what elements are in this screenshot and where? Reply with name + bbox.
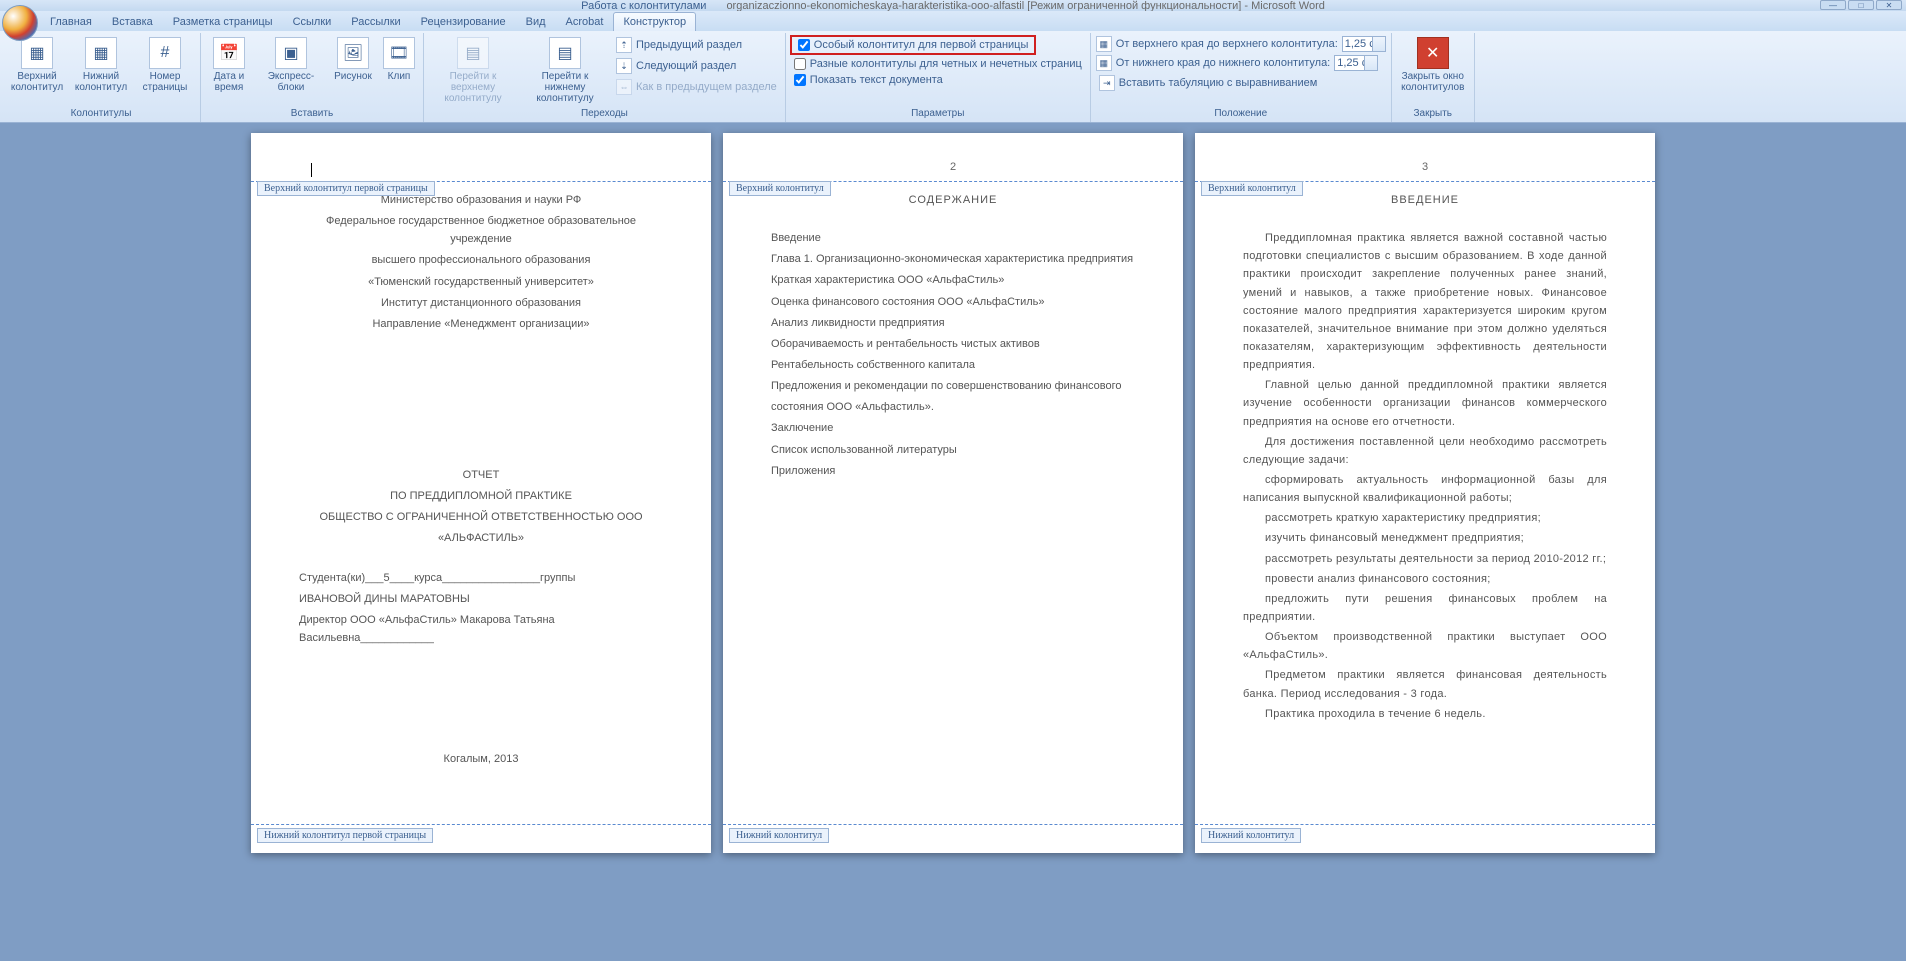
footer-button[interactable]: ▦Нижний колонтитул <box>70 35 132 95</box>
link-prev-button[interactable]: ⇔Как в предыдущем разделе <box>612 77 781 97</box>
page-3[interactable]: 3 Верхний колонтитул ВВЕДЕНИЕ Преддиплом… <box>1195 133 1655 853</box>
tab-review[interactable]: Рецензирование <box>411 12 516 31</box>
ruler-top-icon: ▦ <box>1096 36 1112 52</box>
tab-home[interactable]: Главная <box>40 12 102 31</box>
ribbon: ▦Верхний колонтитул ▦Нижний колонтитул #… <box>0 31 1906 123</box>
group-label-opts: Параметры <box>790 107 1086 120</box>
group-label-hf: Колонтитулы <box>6 107 196 120</box>
page1-content: Министерство образования и науки РФ Феде… <box>299 191 663 768</box>
close-hf-button[interactable]: ✕Закрыть окно колонтитулов <box>1396 35 1470 95</box>
ruler-bot-icon: ▦ <box>1096 55 1112 71</box>
footer-bot-spinner[interactable]: 1,25 см <box>1334 55 1378 71</box>
window-buttons: — □ ✕ <box>1820 0 1902 10</box>
office-button[interactable] <box>2 5 38 41</box>
calendar-icon: 📅 <box>213 37 245 69</box>
header-first-tag: Верхний колонтитул первой страницы <box>257 181 435 196</box>
group-label-nav: Переходы <box>428 107 781 120</box>
group-position: ▦От верхнего края до верхнего колонтитул… <box>1091 33 1392 122</box>
goto-footer-icon: ▤ <box>549 37 581 69</box>
group-header-footer: ▦Верхний колонтитул ▦Нижний колонтитул #… <box>2 33 201 122</box>
page3-content: ВВЕДЕНИЕ Преддипломная практика является… <box>1243 191 1607 723</box>
group-label-insert: Вставить <box>205 107 419 120</box>
prev-section-button[interactable]: ⇡Предыдущий раздел <box>612 35 781 55</box>
tab-view[interactable]: Вид <box>516 12 556 31</box>
header-tag: Верхний колонтитул <box>729 181 831 196</box>
footer-tag: Нижний колонтитул <box>1201 828 1301 843</box>
text-cursor <box>311 163 312 177</box>
group-insert: 📅Дата и время ▣Экспресс-блоки 🖼Рисунок 🎞… <box>201 33 424 122</box>
header-from-top-row: ▦От верхнего края до верхнего колонтитул… <box>1095 35 1387 53</box>
tab-acrobat[interactable]: Acrobat <box>556 12 614 31</box>
insert-tab-button[interactable]: ⇥Вставить табуляцию с выравниванием <box>1095 73 1322 93</box>
quick-parts-button[interactable]: ▣Экспресс-блоки <box>255 35 327 95</box>
document-workspace[interactable]: Верхний колонтитул первой страницы Минис… <box>0 123 1906 961</box>
tab-layout[interactable]: Разметка страницы <box>163 12 283 31</box>
clip-icon: 🎞 <box>383 37 415 69</box>
tab-icon: ⇥ <box>1099 75 1115 91</box>
goto-footer-button[interactable]: ▤Перейти к нижнему колонтитулу <box>520 35 610 106</box>
header-tag: Верхний колонтитул <box>1201 181 1303 196</box>
page-2[interactable]: 2 Верхний колонтитул СОДЕРЖАНИЕ Введение… <box>723 133 1183 853</box>
header-icon: ▦ <box>21 37 53 69</box>
header-top-spinner[interactable]: 1,25 см <box>1342 36 1386 52</box>
tab-mailings[interactable]: Рассылки <box>341 12 410 31</box>
group-close: ✕Закрыть окно колонтитулов Закрыть <box>1392 33 1475 122</box>
tab-references[interactable]: Ссылки <box>283 12 342 31</box>
footer-first-tag: Нижний колонтитул первой страницы <box>257 828 433 843</box>
goto-header-icon: ▤ <box>457 37 489 69</box>
group-label-pos: Положение <box>1095 107 1387 120</box>
page-number-icon: # <box>149 37 181 69</box>
ribbon-tabs: Главная Вставка Разметка страницы Ссылки… <box>0 11 1906 31</box>
clipart-button[interactable]: 🎞Клип <box>379 35 419 84</box>
datetime-button[interactable]: 📅Дата и время <box>205 35 253 95</box>
goto-header-button[interactable]: ▤Перейти к верхнему колонтитулу <box>428 35 518 106</box>
odd-even-check-input[interactable] <box>794 58 806 70</box>
first-page-checkbox[interactable]: Особый колонтитул для первой страницы <box>794 38 1033 52</box>
footer-tag: Нижний колонтитул <box>729 828 829 843</box>
page2-content: СОДЕРЖАНИЕ Введение Глава 1. Организацио… <box>771 191 1135 480</box>
footer-boundary <box>723 824 1183 825</box>
footer-boundary <box>1195 824 1655 825</box>
first-page-check-input[interactable] <box>798 39 810 51</box>
next-section-button[interactable]: ⇣Следующий раздел <box>612 56 781 76</box>
tab-insert[interactable]: Вставка <box>102 12 163 31</box>
group-label-close: Закрыть <box>1396 107 1470 120</box>
show-doc-checkbox[interactable]: Показать текст документа <box>790 73 947 87</box>
context-title: Работа с колонтитулами <box>581 0 706 12</box>
maximize-button[interactable]: □ <box>1848 0 1874 10</box>
picture-icon: 🖼 <box>337 37 369 69</box>
footer-from-bottom-row: ▦От нижнего края до нижнего колонтитула:… <box>1095 54 1379 72</box>
prev-icon: ⇡ <box>616 37 632 53</box>
tab-design[interactable]: Конструктор <box>613 12 696 31</box>
picture-button[interactable]: 🖼Рисунок <box>329 35 377 84</box>
page-number-2: 2 <box>950 161 956 173</box>
show-doc-check-input[interactable] <box>794 74 806 86</box>
link-icon: ⇔ <box>616 79 632 95</box>
header-button[interactable]: ▦Верхний колонтитул <box>6 35 68 95</box>
odd-even-checkbox[interactable]: Разные колонтитулы для четных и нечетных… <box>790 57 1086 71</box>
blocks-icon: ▣ <box>275 37 307 69</box>
close-window-button[interactable]: ✕ <box>1876 0 1902 10</box>
footer-icon: ▦ <box>85 37 117 69</box>
document-title: organizaczionno-ekonomicheskaya-harakter… <box>726 0 1324 12</box>
page-number-button[interactable]: #Номер страницы <box>134 35 196 95</box>
next-icon: ⇣ <box>616 58 632 74</box>
close-icon: ✕ <box>1417 37 1449 69</box>
group-options: Особый колонтитул для первой страницы Ра… <box>786 33 1091 122</box>
page-number-3: 3 <box>1422 161 1428 173</box>
minimize-button[interactable]: — <box>1820 0 1846 10</box>
title-bar: Работа с колонтитулами organizaczionno-e… <box>0 0 1906 11</box>
footer-boundary <box>251 824 711 825</box>
highlight-box: Особый колонтитул для первой страницы <box>790 35 1037 55</box>
group-navigation: ▤Перейти к верхнему колонтитулу ▤Перейти… <box>424 33 786 122</box>
page-1[interactable]: Верхний колонтитул первой страницы Минис… <box>251 133 711 853</box>
